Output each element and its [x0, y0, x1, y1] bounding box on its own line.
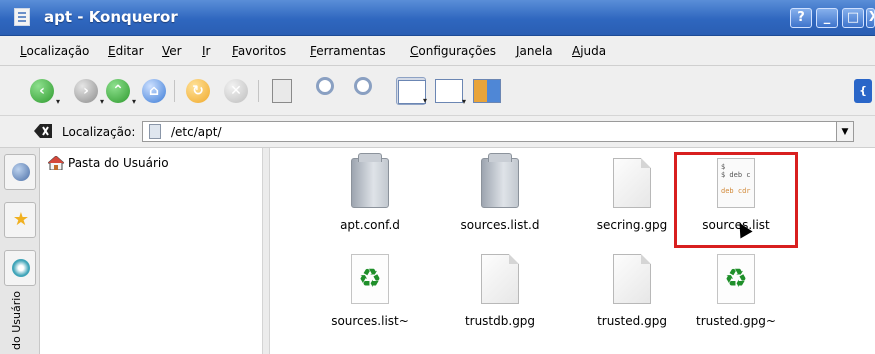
toolbar-separator: [174, 80, 175, 102]
icon-view-button[interactable]: ▾: [396, 77, 427, 105]
window-title: apt - Konqueror: [44, 8, 178, 26]
reload-button[interactable]: ↻: [184, 77, 214, 105]
zoom-in-button[interactable]: [312, 77, 342, 105]
title-bar: apt - Konqueror ? _ □ X: [0, 0, 875, 36]
icon-view-icon: [398, 80, 426, 104]
sidebar-tab-home-folder[interactable]: do Usuário: [6, 290, 34, 354]
location-bar: Localização: /etc/apt/ ▼: [0, 116, 875, 148]
file-name: trusted.gpg: [597, 314, 667, 328]
file-icon-view: apt.conf.d sources.list.d secring.gpg $ …: [270, 148, 875, 354]
menu-ver[interactable]: Ver: [162, 44, 182, 58]
menu-ajuda[interactable]: Ajuda: [572, 44, 606, 58]
highlight-box: [674, 152, 798, 248]
stop-icon: ✕: [224, 79, 248, 103]
tree-item-home-folder[interactable]: Pasta do Usuário: [68, 156, 169, 170]
konqueror-app-icon[interactable]: [14, 8, 30, 26]
zoom-out-button[interactable]: [350, 77, 380, 105]
sidebar-tab-network[interactable]: [4, 154, 36, 190]
print-icon: [272, 79, 292, 103]
file-name: sources.list.d: [460, 218, 540, 232]
recycle-icon: ♻: [717, 254, 755, 304]
clear-location-icon: [34, 124, 52, 138]
minimize-button[interactable]: _: [816, 8, 838, 28]
globe-icon: [12, 163, 30, 181]
file-item[interactable]: trustdb.gpg: [440, 244, 560, 344]
forward-icon: ›: [74, 79, 98, 103]
menu-janela[interactable]: Janela: [516, 44, 553, 58]
sidebar-tree-panel: Pasta do Usuário: [40, 148, 262, 354]
help-button[interactable]: ?: [790, 8, 812, 28]
menu-ferramentas[interactable]: Ferramentas: [310, 44, 386, 58]
menu-ir[interactable]: Ir: [202, 44, 210, 58]
file-item[interactable]: sources.list.d: [440, 148, 560, 248]
file-name: sources.list~: [331, 314, 409, 328]
folder-icon: [149, 124, 161, 139]
folder-icon: [351, 153, 389, 208]
file-name: trustdb.gpg: [464, 314, 536, 328]
stop-button[interactable]: ✕: [222, 77, 252, 105]
sidebar-tab-bookmarks[interactable]: ★: [4, 202, 36, 238]
home-icon: ⌂: [142, 79, 166, 103]
folder-icon: [481, 153, 519, 208]
file-icon: [613, 158, 651, 208]
print-button[interactable]: [268, 77, 298, 105]
file-item[interactable]: trusted.gpg: [572, 244, 692, 344]
menu-favoritos[interactable]: Favoritos: [232, 44, 286, 58]
file-item[interactable]: ♻ trusted.gpg~: [676, 244, 796, 344]
detailed-view-icon: [435, 79, 463, 103]
detailed-view-button[interactable]: ▾: [434, 77, 466, 106]
history-icon: [12, 259, 30, 277]
location-input[interactable]: /etc/apt/: [142, 121, 854, 142]
main-toolbar: ‹ ▾ › ▾ ⌃ ▾ ⌂ ↻ ✕ ▾ ▾ {: [0, 66, 875, 116]
location-label: Localização:: [62, 125, 136, 139]
toolbar-separator: [258, 80, 259, 102]
panel-splitter[interactable]: [262, 148, 270, 354]
konqueror-logo[interactable]: {: [852, 77, 872, 105]
file-name: trusted.gpg~: [696, 314, 776, 328]
location-value: /etc/apt/: [171, 125, 222, 139]
menu-configuracoes[interactable]: Configurações: [410, 44, 496, 58]
zoom-in-icon: [316, 77, 334, 95]
file-item[interactable]: apt.conf.d: [310, 148, 430, 248]
home-button[interactable]: ⌂: [140, 77, 170, 105]
multicolumn-view-icon: [473, 79, 501, 103]
back-icon: ‹: [30, 79, 54, 103]
file-item[interactable]: ♻ sources.list~: [310, 244, 430, 344]
close-button[interactable]: X: [866, 8, 875, 28]
forward-button[interactable]: › ▾: [72, 77, 104, 106]
up-icon: ⌃: [106, 79, 130, 103]
home-folder-icon: [48, 156, 64, 170]
clear-location-button[interactable]: [34, 124, 52, 138]
file-icon: [481, 254, 519, 304]
maximize-button[interactable]: □: [842, 8, 864, 28]
file-name: apt.conf.d: [340, 218, 400, 232]
menu-bar: Localização Editar Ver Ir Favoritos Ferr…: [0, 36, 875, 66]
up-button[interactable]: ⌃ ▾: [104, 77, 136, 106]
star-icon: ★: [12, 209, 30, 230]
sidebar-tab-label: do Usuário: [10, 290, 23, 350]
location-dropdown-button[interactable]: ▼: [836, 121, 854, 142]
reload-icon: ↻: [186, 79, 210, 103]
konqueror-logo-icon: {: [854, 79, 872, 103]
file-icon: [613, 254, 651, 304]
sidebar-tab-history[interactable]: [4, 250, 36, 286]
menu-localizacao[interactable]: Localização: [20, 44, 89, 58]
recycle-icon: ♻: [351, 254, 389, 304]
zoom-out-icon: [354, 77, 372, 95]
multicolumn-view-button[interactable]: [472, 77, 502, 105]
back-button[interactable]: ‹ ▾: [28, 77, 60, 106]
sidebar-tab-strip: ★ do Usuário: [0, 148, 40, 354]
menu-editar[interactable]: Editar: [108, 44, 144, 58]
